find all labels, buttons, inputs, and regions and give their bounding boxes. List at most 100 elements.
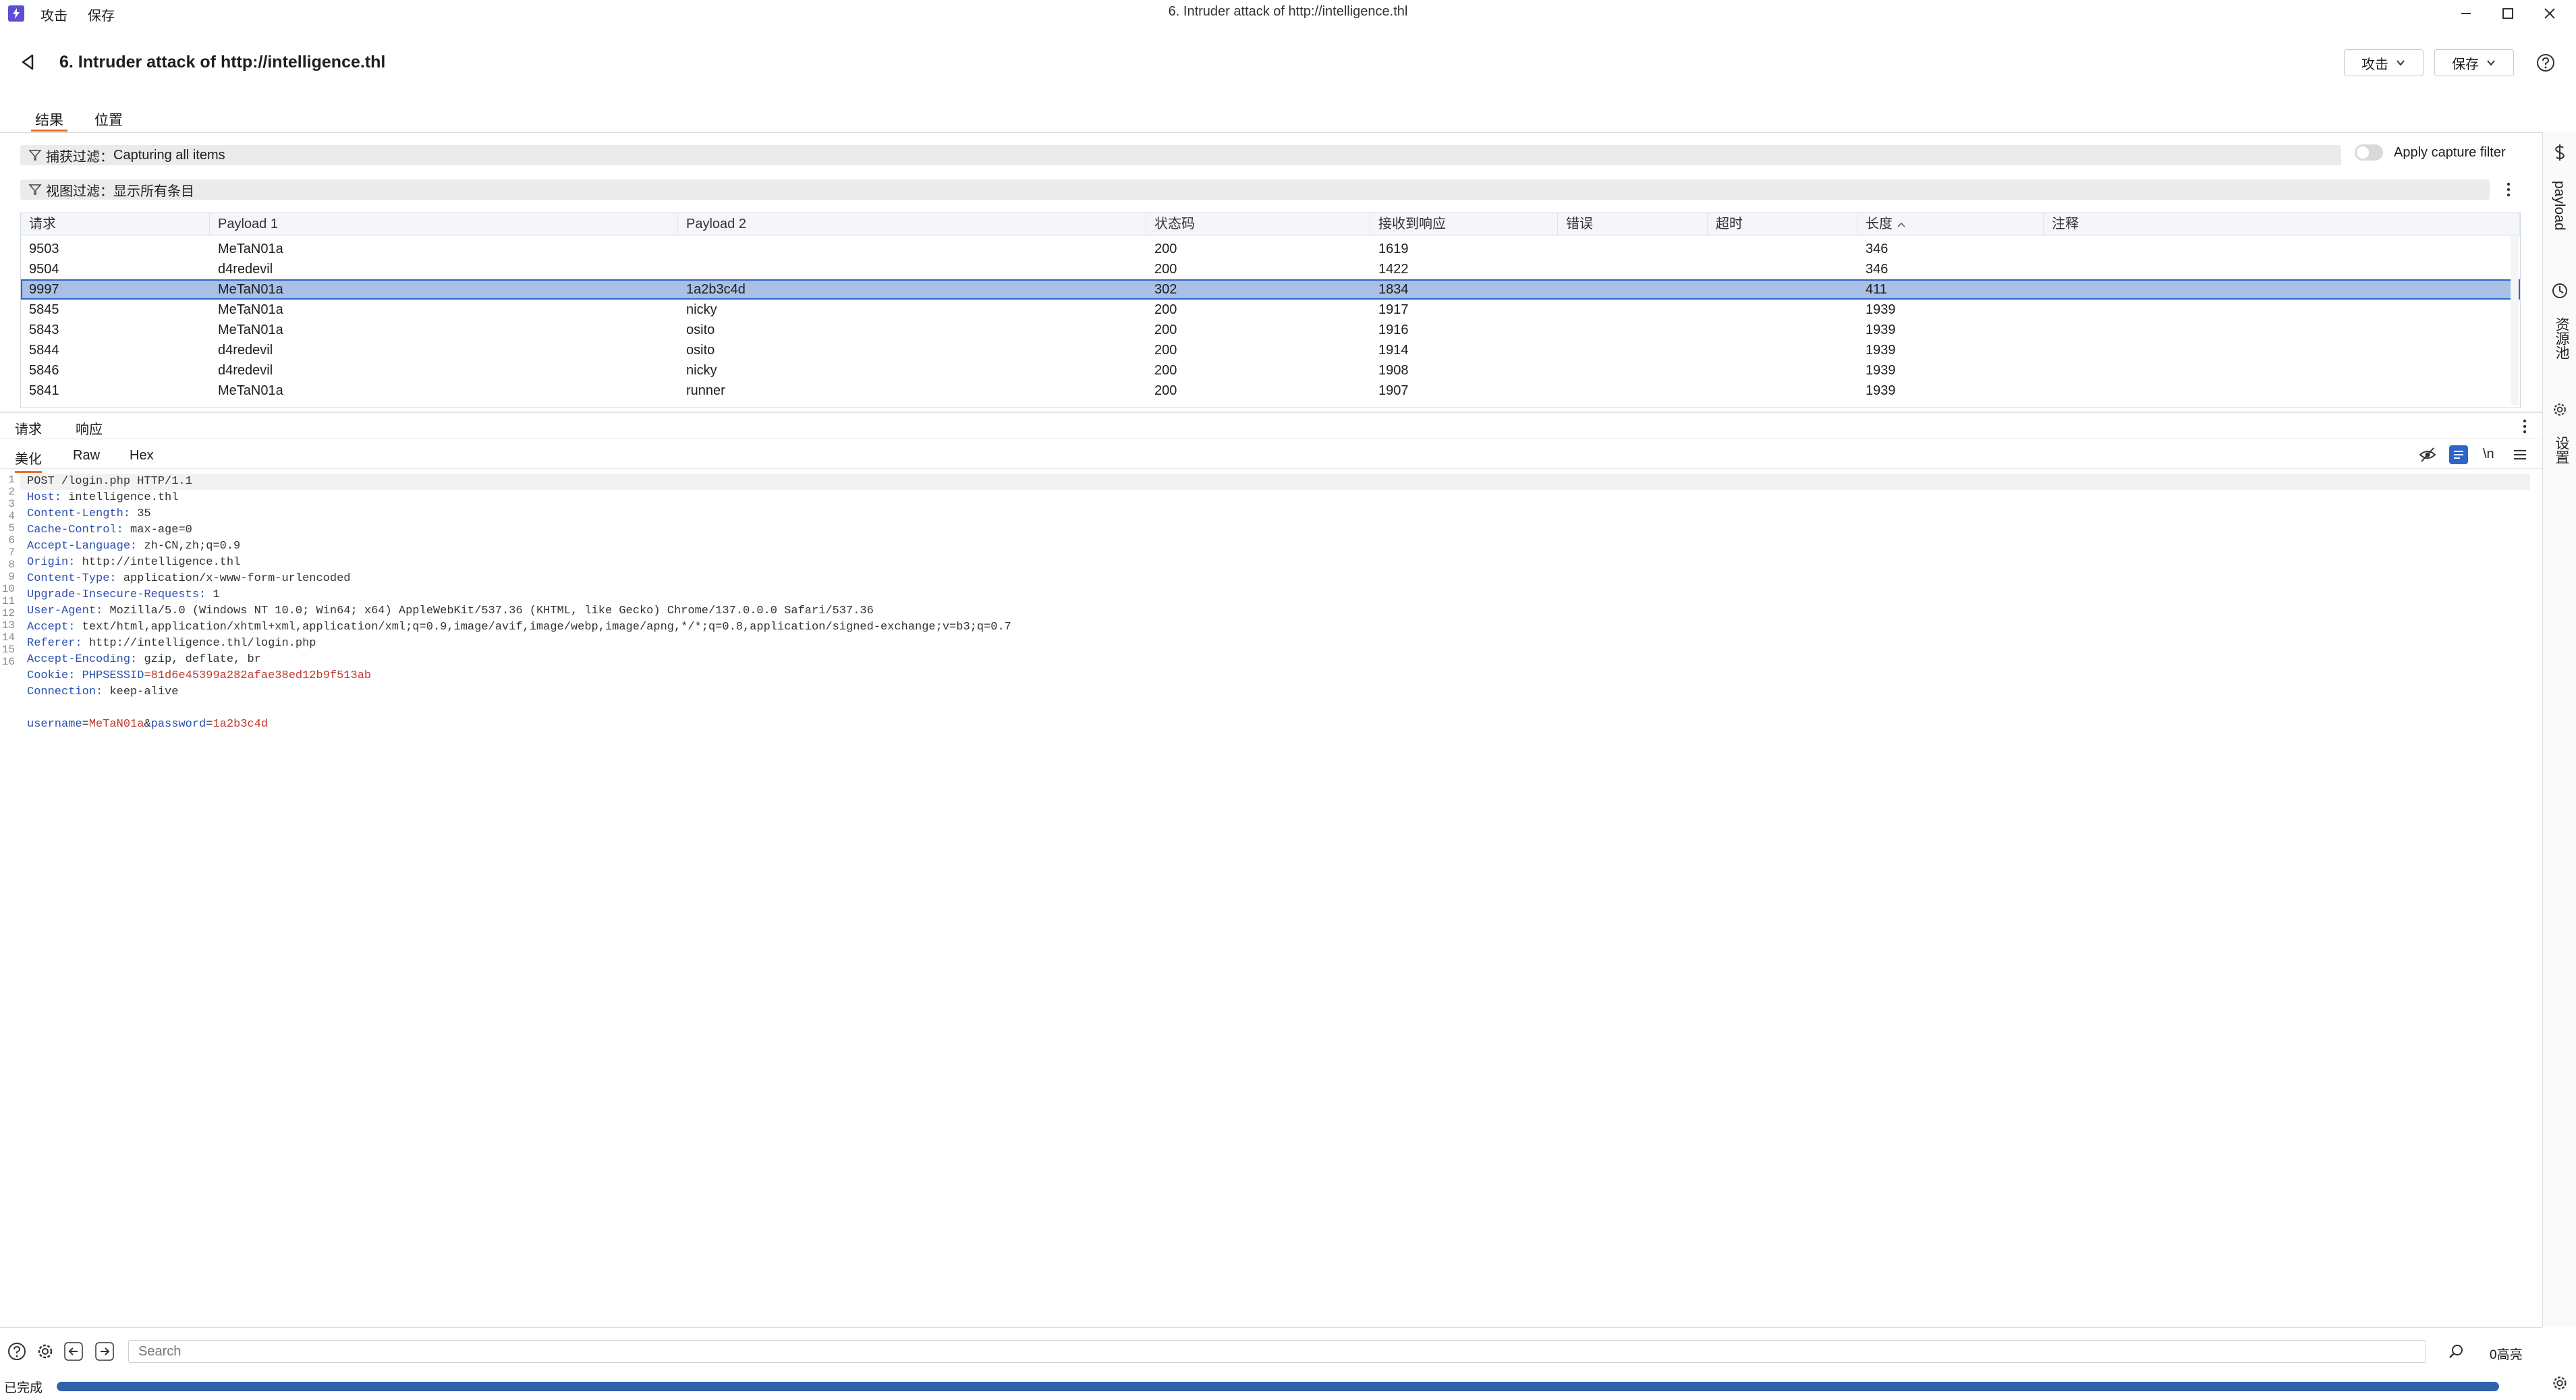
newline-toggle[interactable]: \n xyxy=(2483,447,2494,462)
line-number: 9 xyxy=(8,571,15,583)
table-cell-p1: MeTaN01a xyxy=(218,242,283,256)
column-header-payload1[interactable]: Payload 1 xyxy=(210,213,678,235)
table-cell-status: 200 xyxy=(1154,383,1177,398)
table-row[interactable]: 9504 d4redevil 200 1422 346 xyxy=(21,259,2520,279)
table-cell-status: 200 xyxy=(1154,262,1177,277)
table-row[interactable]: 9503 MeTaN01a 200 1619 346 xyxy=(21,239,2520,259)
sidebar-tab-payload[interactable]: payload xyxy=(2551,181,2567,231)
more-options-icon[interactable] xyxy=(2521,418,2529,435)
table-cell-p1: MeTaN01a xyxy=(218,302,283,317)
close-icon[interactable] xyxy=(2533,1,2567,26)
table-row[interactable]: 5843 MeTaN01a osito 200 1916 1939 xyxy=(21,320,2520,340)
table-row[interactable]: 5845 MeTaN01a nicky 200 1917 1939 xyxy=(21,300,2520,320)
wrap-lines-icon[interactable] xyxy=(2449,445,2468,464)
table-cell-req: 9503 xyxy=(29,242,59,256)
hide-eye-icon[interactable] xyxy=(2418,445,2437,464)
table-row[interactable]: 9997 MeTaN01a 1a2b3c4d 302 1834 411 xyxy=(21,279,2520,300)
header-line: Referer: http://intelligence.thl/login.p… xyxy=(27,637,316,650)
maximize-icon[interactable] xyxy=(2491,1,2525,26)
column-header-length[interactable]: 长度 xyxy=(1857,213,2044,235)
table-cell-status: 200 xyxy=(1154,343,1177,358)
column-header-payload2[interactable]: Payload 2 xyxy=(678,213,1146,235)
column-header-status[interactable]: 状态码 xyxy=(1146,213,1370,235)
table-row[interactable]: 5844 d4redevil osito 200 1914 1939 xyxy=(21,340,2520,360)
header-line: Origin: http://intelligence.thl xyxy=(27,556,241,569)
table-cell-req: 5843 xyxy=(29,323,59,337)
menu-lines-icon[interactable] xyxy=(2511,445,2529,464)
chevron-down-icon xyxy=(2395,57,2406,68)
gear-icon[interactable] xyxy=(35,1341,55,1362)
table-cell-len: 1939 xyxy=(1866,343,1896,358)
help-icon[interactable] xyxy=(2536,53,2556,73)
progress-bar xyxy=(57,1382,2499,1391)
line-number: 12 xyxy=(1,607,15,619)
filter-icon xyxy=(28,148,42,162)
table-cell-status: 200 xyxy=(1154,363,1177,378)
status-label: 已完成 xyxy=(4,1381,43,1395)
view-tab-pretty[interactable]: 美化 xyxy=(15,448,42,473)
table-cell-len: 411 xyxy=(1866,282,1887,297)
table-body: 9503 MeTaN01a 200 1619 346 9504 d4redevil 200 14… xyxy=(21,239,2520,408)
line-number: 13 xyxy=(1,619,15,632)
attack-button[interactable]: 攻击 xyxy=(2344,49,2424,76)
line-number: 16 xyxy=(1,656,15,668)
apply-capture-filter-toggle[interactable]: Apply capture filter xyxy=(2355,144,2506,161)
line-numbers-gutter: 1 2 3 4 5 6 7 8 9 10 11 12 13 14 15 16 xyxy=(0,474,20,668)
table-cell-p1: MeTaN01a xyxy=(218,323,283,337)
capture-filter-bar[interactable]: 捕获过滤： Capturing all items xyxy=(20,145,2341,165)
sidebar-tab-resource-pool[interactable]: 资源池 xyxy=(2551,317,2571,360)
table-cell-len: 1939 xyxy=(1866,383,1896,398)
table-cell-status: 302 xyxy=(1154,282,1177,297)
header-line: Accept-Language: zh-CN,zh;q=0.9 xyxy=(27,540,241,553)
window-titlebar: 攻击 保存 6. Intruder attack of http://intel… xyxy=(0,0,2576,27)
line-number: 1 xyxy=(8,474,15,486)
highlight-count: 0高亮 xyxy=(2490,1348,2523,1362)
minimize-icon[interactable] xyxy=(2449,1,2483,26)
view-tab-hex[interactable]: Hex xyxy=(130,448,154,464)
column-header-request[interactable]: 请求 xyxy=(21,213,210,235)
view-tab-raw[interactable]: Raw xyxy=(73,448,100,464)
table-row[interactable]: 5841 MeTaN01a runner 200 1907 1939 xyxy=(21,381,2520,401)
arrow-left-icon[interactable] xyxy=(63,1341,84,1362)
table-cell-len: 346 xyxy=(1866,262,1888,277)
column-header-response-received[interactable]: 接收到响应 xyxy=(1370,213,1558,235)
more-options-icon[interactable] xyxy=(2504,181,2513,198)
save-button[interactable]: 保存 xyxy=(2434,49,2514,76)
search-divider xyxy=(0,1327,2542,1328)
search-icon[interactable] xyxy=(2448,1343,2465,1360)
back-icon[interactable] xyxy=(18,51,39,73)
cookie-line: Cookie: PHPSESSID=81d6e45399a282afae38ed… xyxy=(27,669,372,682)
table-cell-status: 200 xyxy=(1154,323,1177,337)
line-number: 4 xyxy=(8,510,15,522)
table-cell-status: 200 xyxy=(1154,302,1177,317)
column-header-error[interactable]: 错误 xyxy=(1558,213,1708,235)
table-cell-len: 1939 xyxy=(1866,363,1896,378)
help-icon[interactable] xyxy=(7,1341,27,1362)
chevron-down-icon xyxy=(2486,57,2496,68)
toggle-switch[interactable] xyxy=(2355,144,2383,161)
tab-positions[interactable]: 位置 xyxy=(94,109,123,130)
request-editor[interactable]: 1 2 3 4 5 6 7 8 9 10 11 12 13 14 15 16 P… xyxy=(0,474,2530,1325)
table-scrollbar[interactable] xyxy=(2511,236,2519,405)
request-line: POST /login.php HTTP/1.1 xyxy=(27,475,192,488)
line-number: 8 xyxy=(8,559,15,571)
column-header-comment[interactable]: 注释 xyxy=(2044,213,2520,235)
column-header-timeout[interactable]: 超时 xyxy=(1708,213,1857,235)
search-input[interactable] xyxy=(128,1340,2426,1363)
tab-request[interactable]: 请求 xyxy=(15,418,42,438)
gear-icon[interactable] xyxy=(2550,1374,2569,1393)
line-number: 7 xyxy=(8,547,15,559)
table-cell-req: 5846 xyxy=(29,363,59,378)
save-button-label: 保存 xyxy=(2452,57,2479,72)
arrow-right-icon[interactable] xyxy=(94,1341,115,1362)
table-cell-p1: MeTaN01a xyxy=(218,383,283,398)
table-row[interactable]: 5846 d4redevil nicky 200 1908 1939 xyxy=(21,360,2520,381)
sidebar-tab-settings[interactable]: 设置 xyxy=(2551,436,2571,464)
tab-results[interactable]: 结果 xyxy=(31,109,67,132)
panel-divider xyxy=(0,468,2542,469)
table-cell-resp: 1834 xyxy=(1378,282,1409,297)
tab-response[interactable]: 响应 xyxy=(76,418,103,438)
body-line: username=MeTaN01a&password=1a2b3c4d xyxy=(27,718,269,731)
line-number: 2 xyxy=(8,486,15,498)
view-filter-bar[interactable]: 视图过滤： 显示所有条目 xyxy=(20,179,2490,200)
